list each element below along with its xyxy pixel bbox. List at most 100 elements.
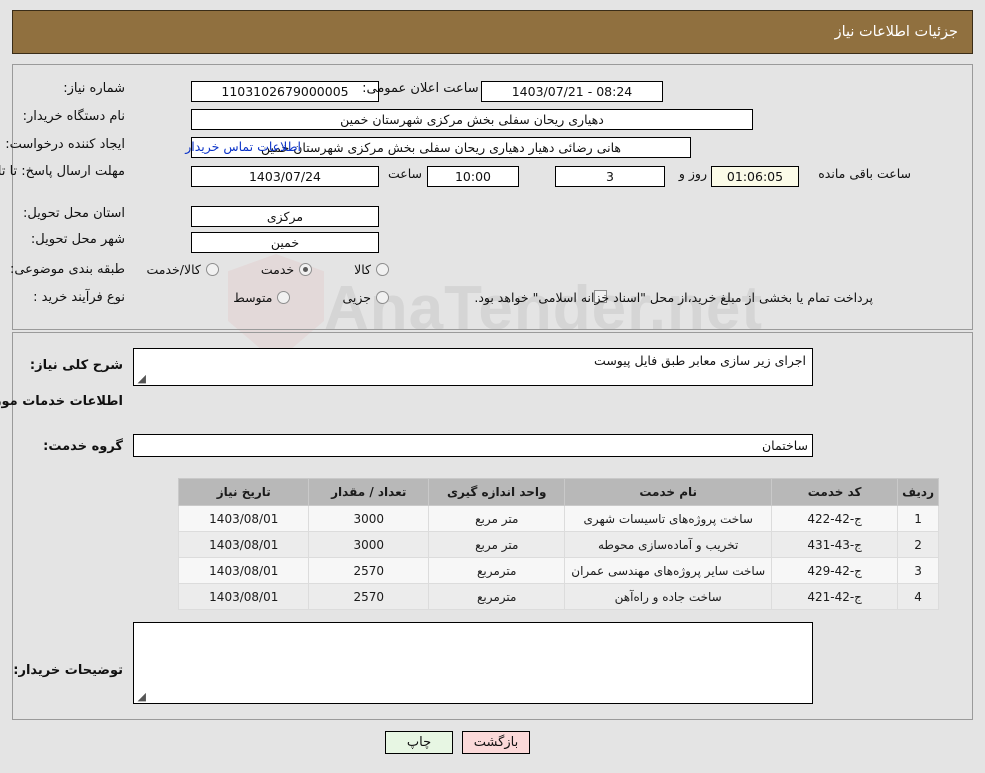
cell-qty: 3000 <box>309 532 429 558</box>
cell-name: تخریب و آماده‌سازی محوطه <box>565 532 772 558</box>
buyer-notes-textarea-wrap: ◢ <box>133 622 813 704</box>
buyer-org-label-wrap: نام دستگاه خریدار: <box>0 109 125 124</box>
process-option-motevaset[interactable]: متوسط <box>233 290 290 305</box>
radio-khedmat-icon[interactable] <box>299 263 312 276</box>
treasury-note-text: پرداخت تمام یا بخشی از مبلغ خرید،از محل … <box>474 290 873 305</box>
province-field[interactable]: مرکزی <box>191 206 379 227</box>
radio-motevaset-icon[interactable] <box>277 291 290 304</box>
process-option-jozii-label: جزیی <box>342 290 371 305</box>
cell-date: 1403/08/01 <box>179 584 309 610</box>
cell-qty: 3000 <box>309 506 429 532</box>
cell-code: ج-42-429 <box>772 558 898 584</box>
radio-jozii-icon[interactable] <box>376 291 389 304</box>
cell-name: ساخت جاده و راه‌آهن <box>565 584 772 610</box>
summary-label: شرح کلی نیاز: <box>30 358 123 373</box>
countdown-field: 01:06:05 <box>711 166 799 187</box>
cell-date: 1403/08/01 <box>179 506 309 532</box>
process-option-jozii[interactable]: جزیی <box>342 290 389 305</box>
process-label-wrap: نوع فرآیند خرید : <box>0 290 125 305</box>
announce-datetime-field[interactable]: 08:24 - 1403/07/21 <box>481 81 663 102</box>
cell-unit: مترمربع <box>429 558 565 584</box>
buyer-contact-link[interactable]: اطلاعات تماس خریدار <box>185 139 301 154</box>
deadline-date-field[interactable]: 1403/07/24 <box>191 166 379 187</box>
category-label-wrap: طبقه بندی موضوعی: <box>0 262 125 277</box>
countdown-wrap: 01:06:05 <box>711 166 799 187</box>
cell-name: ساخت پروژه‌های تاسیسات شهری <box>565 506 772 532</box>
service-group-label: گروه خدمت: <box>43 439 123 454</box>
category-label: طبقه بندی موضوعی: <box>10 262 125 277</box>
cell-qty: 2570 <box>309 584 429 610</box>
cell-date: 1403/08/01 <box>179 558 309 584</box>
city-field-wrap: خمین <box>191 232 379 253</box>
cell-unit: متر مربع <box>429 506 565 532</box>
deadline-hour-wrap: 10:00 <box>427 166 519 187</box>
cell-name: ساخت سایر پروژه‌های مهندسی عمران <box>565 558 772 584</box>
contact-link-wrap: اطلاعات تماس خریدار <box>174 139 301 154</box>
cell-row: 1 <box>898 506 939 532</box>
table-header-row: ردیف کد خدمت نام خدمت واحد اندازه گیری ت… <box>179 479 939 506</box>
table-row: 4 ج-42-421 ساخت جاده و راه‌آهن مترمربع 2… <box>179 584 939 610</box>
table-row: 2 ج-43-431 تخریب و آماده‌سازی محوطه متر … <box>179 532 939 558</box>
buyer-notes-label: توضیحات خریدار: <box>13 663 123 678</box>
cell-row: 4 <box>898 584 939 610</box>
process-option-motevaset-label: متوسط <box>233 290 272 305</box>
remaining-days-field: 3 <box>555 166 665 187</box>
services-table: ردیف کد خدمت نام خدمت واحد اندازه گیری ت… <box>178 478 939 610</box>
service-group-field[interactable]: ساختمان <box>133 434 813 457</box>
service-group-field-wrap: ساختمان <box>133 434 813 457</box>
buyer-notes-textarea[interactable]: ◢ <box>133 622 813 704</box>
cell-qty: 2570 <box>309 558 429 584</box>
need-number-label: شماره نیاز: <box>63 81 125 96</box>
cell-unit: مترمربع <box>429 584 565 610</box>
radio-kala-khedmat-icon[interactable] <box>206 263 219 276</box>
city-field[interactable]: خمین <box>191 232 379 253</box>
summary-text: اجرای زیر سازی معابر طبق فایل پیوست <box>594 353 806 368</box>
page-title: جزئیات اطلاعات نیاز <box>835 24 958 40</box>
summary-textarea-wrap: اجرای زیر سازی معابر طبق فایل پیوست ◢ <box>133 348 813 386</box>
province-field-wrap: مرکزی <box>191 206 379 227</box>
days-label-wrap: روز و <box>667 166 707 181</box>
radio-kala-icon[interactable] <box>376 263 389 276</box>
need-number-label-wrap: شماره نیاز: <box>10 81 125 96</box>
col-header-row: ردیف <box>898 479 939 506</box>
remaining-label-wrap: ساعت باقی مانده <box>801 166 911 181</box>
buyer-org-label: نام دستگاه خریدار: <box>23 109 125 124</box>
table-row: 1 ج-42-422 ساخت پروژه‌های تاسیسات شهری م… <box>179 506 939 532</box>
print-button[interactable]: چاپ <box>385 731 453 754</box>
treasury-note-wrap: پرداخت تمام یا بخشی از مبلغ خرید،از محل … <box>613 290 873 305</box>
resize-grip-icon[interactable]: ◢ <box>136 374 146 384</box>
deadline-label: مهلت ارسال پاسخ: تا تاریخ: <box>0 164 125 179</box>
city-label-wrap: شهر محل تحویل: <box>0 232 125 247</box>
cell-row: 2 <box>898 532 939 558</box>
col-header-unit: واحد اندازه گیری <box>429 479 565 506</box>
col-header-qty: تعداد / مقدار <box>309 479 429 506</box>
col-header-name: نام خدمت <box>565 479 772 506</box>
remaining-time-label: ساعت باقی مانده <box>818 166 911 181</box>
page-root: AnaTender.net جزئیات اطلاعات نیاز شماره … <box>0 0 985 773</box>
creator-label-wrap: ایجاد کننده درخواست: <box>0 137 125 152</box>
process-label: نوع فرآیند خرید : <box>33 290 125 305</box>
buyer-org-field[interactable]: دهیاری ریحان سفلی بخش مرکزی شهرستان خمین <box>191 109 753 130</box>
page-header: جزئیات اطلاعات نیاز <box>12 10 973 54</box>
province-label: استان محل تحویل: <box>23 206 125 221</box>
services-section-title: اطلاعات خدمات مورد نیاز <box>0 394 123 409</box>
category-option-khedmat[interactable]: خدمت <box>261 262 312 277</box>
resize-grip-icon[interactable]: ◢ <box>136 692 146 702</box>
city-label: شهر محل تحویل: <box>31 232 125 247</box>
deadline-date-wrap: 1403/07/24 <box>191 166 379 187</box>
col-header-date: تاریخ نیاز <box>179 479 309 506</box>
buyer-org-field-wrap: دهیاری ریحان سفلی بخش مرکزی شهرستان خمین <box>191 109 753 130</box>
deadline-hour-label-wrap: ساعت <box>382 166 422 181</box>
days-field-wrap: 3 <box>555 166 665 187</box>
announce-datetime-field-wrap: 08:24 - 1403/07/21 <box>481 81 663 102</box>
province-label-wrap: استان محل تحویل: <box>0 206 125 221</box>
category-option-kala-label: کالا <box>354 262 371 277</box>
category-option-kala-khedmat-label: کالا/خدمت <box>146 262 200 277</box>
summary-textarea[interactable]: اجرای زیر سازی معابر طبق فایل پیوست ◢ <box>133 348 813 386</box>
category-option-kala-khedmat[interactable]: کالا/خدمت <box>146 262 218 277</box>
back-button[interactable]: بازگشت <box>462 731 530 754</box>
need-number-field[interactable]: 1103102679000005 <box>191 81 379 102</box>
category-option-kala[interactable]: کالا <box>354 262 389 277</box>
deadline-hour-field[interactable]: 10:00 <box>427 166 519 187</box>
creator-label: ایجاد کننده درخواست: <box>5 137 125 152</box>
